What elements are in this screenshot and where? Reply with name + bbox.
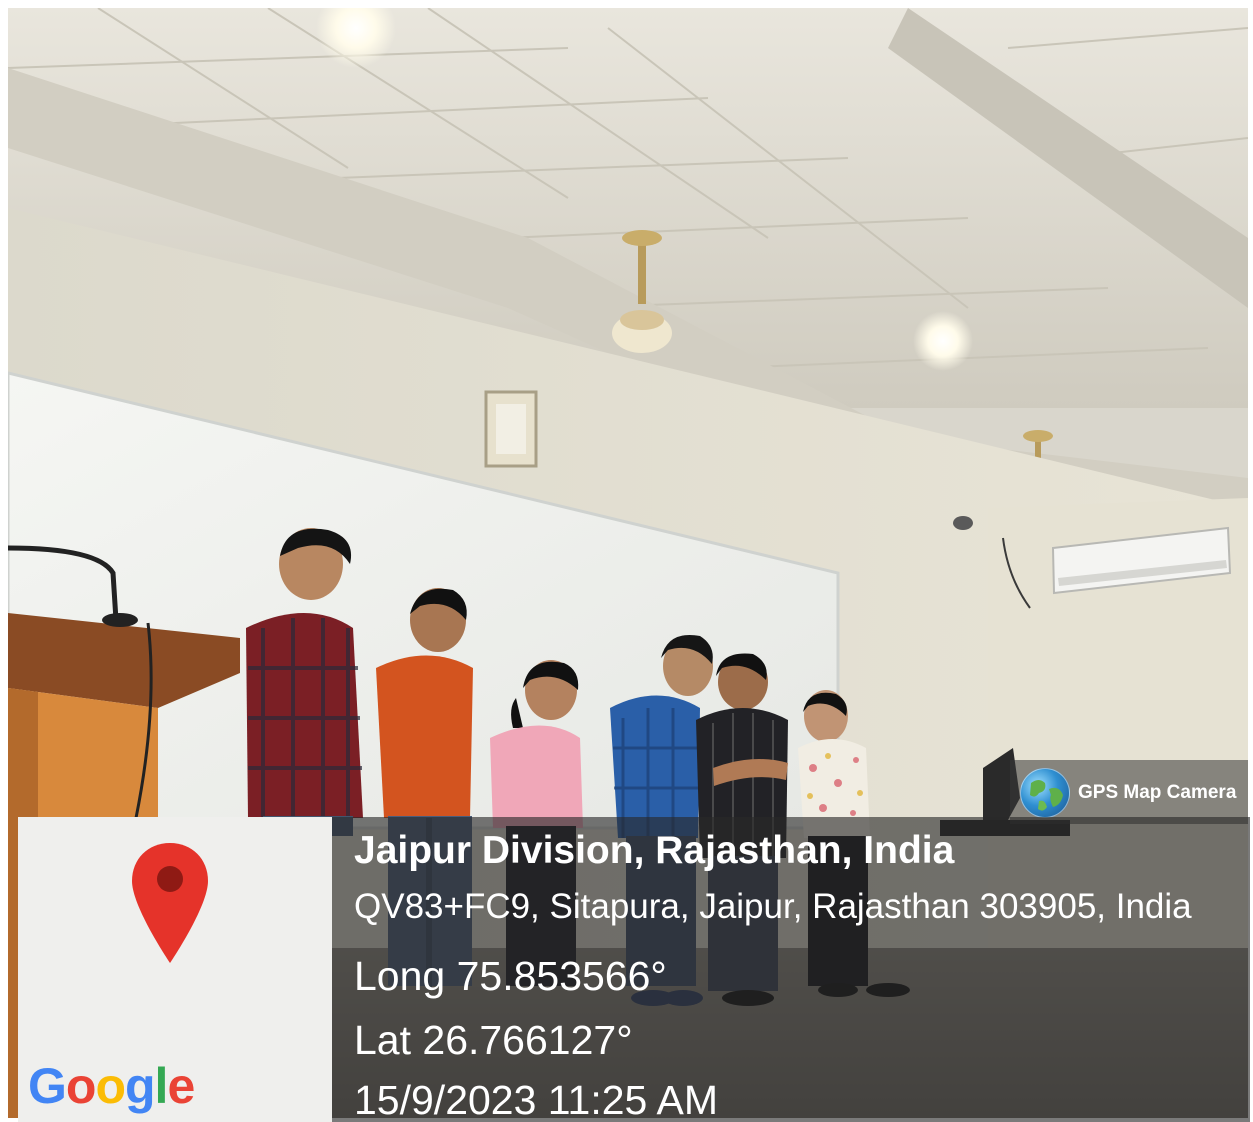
timestamp: 15/9/2023 11:25 AM	[354, 1077, 718, 1122]
map-thumbnail: Google	[18, 817, 332, 1122]
google-logo: Google	[28, 1057, 195, 1115]
google-logo-letter: g	[125, 1058, 156, 1114]
google-logo-letter: o	[95, 1058, 126, 1114]
google-logo-letter: e	[167, 1058, 195, 1114]
latitude-readout: Lat 26.766127°	[354, 1017, 633, 1063]
longitude-readout: Long 75.853566°	[354, 953, 667, 999]
location-address: QV83+FC9, Sitapura, Jaipur, Rajasthan 30…	[354, 887, 1192, 926]
map-pin-icon	[132, 843, 208, 963]
globe-icon	[1020, 768, 1070, 818]
location-title: Jaipur Division, Rajasthan, India	[354, 829, 955, 872]
gps-camera-label: GPS Map Camera	[1078, 782, 1237, 803]
location-info-panel: Jaipur Division, Rajasthan, India QV83+F…	[332, 817, 1250, 1122]
google-logo-letter: l	[154, 1058, 169, 1114]
google-logo-letter: o	[65, 1058, 97, 1114]
gps-camera-badge: GPS Map Camera	[1010, 760, 1248, 824]
google-logo-letter: G	[28, 1058, 67, 1114]
